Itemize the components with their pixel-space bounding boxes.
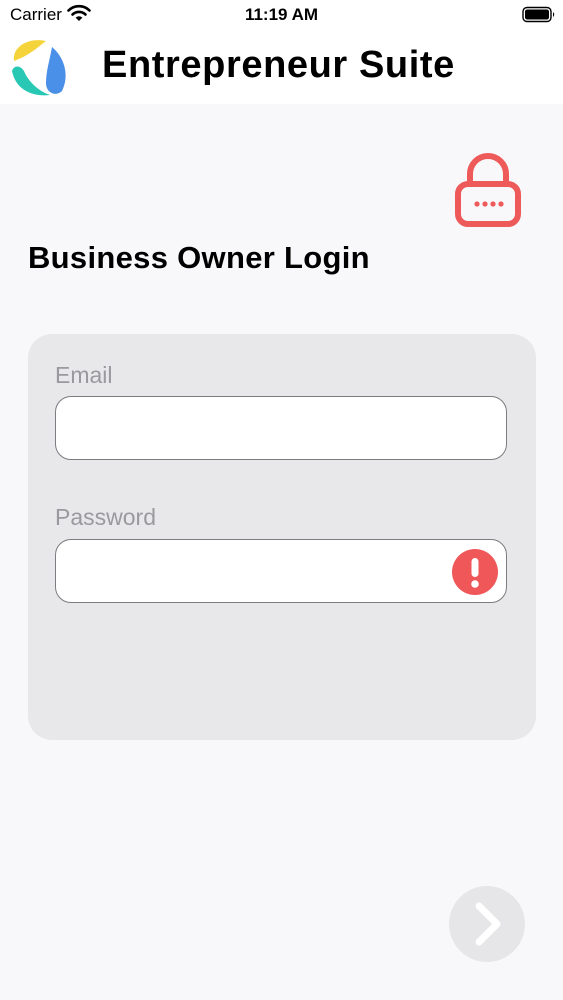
lock-icon <box>452 152 524 232</box>
next-button[interactable] <box>449 886 525 962</box>
app-header: Entrepreneur Suite <box>0 30 563 104</box>
battery-icon <box>522 6 556 23</box>
login-form-card: Email Password <box>28 334 536 740</box>
app-logo-icon <box>8 35 72 99</box>
email-label: Email <box>55 362 113 388</box>
chevron-right-icon <box>475 902 501 946</box>
password-label: Password <box>55 504 156 530</box>
app-title: Entrepreneur Suite <box>102 44 455 86</box>
status-bar: Carrier 11:19 AM <box>0 0 563 30</box>
status-time: 11:19 AM <box>244 5 319 24</box>
password-field[interactable] <box>55 539 507 603</box>
page-title: Business Owner Login <box>28 240 370 275</box>
email-field[interactable] <box>55 396 507 460</box>
exclamation-circle-icon <box>452 549 498 595</box>
